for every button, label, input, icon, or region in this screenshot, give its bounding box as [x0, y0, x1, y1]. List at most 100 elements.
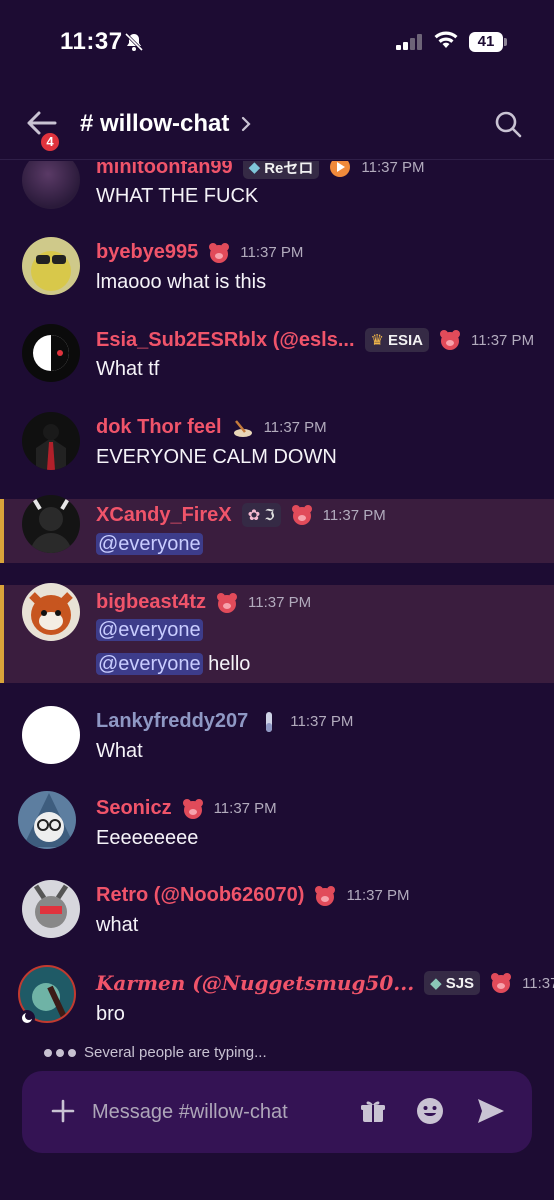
- timestamp: 11:37 PM: [240, 244, 304, 261]
- message-text: What tf: [96, 358, 160, 380]
- bell-off-icon: [124, 32, 144, 52]
- message-item[interactable]: Seonicz 11:37 PM Eeeeeeeee: [0, 791, 554, 871]
- pig-face-icon: [291, 505, 312, 525]
- avatar[interactable]: [22, 583, 80, 641]
- status-bar: 11:37 41: [0, 0, 554, 90]
- message-item-highlighted[interactable]: XCandy_FireX ✿ ℑ 11:37 PM @everyone: [0, 495, 554, 563]
- timestamp: 11:37 PM: [522, 974, 554, 992]
- message-item[interactable]: byebye995 11:37 PM lmaooo what is this: [0, 231, 554, 311]
- avatar[interactable]: [18, 791, 76, 849]
- typing-text: Several people are typing...: [84, 1044, 267, 1061]
- pig-face-icon: [315, 885, 336, 906]
- avatar-image: [30, 497, 72, 553]
- avatar-image: [31, 251, 71, 291]
- message-text: bro: [96, 1003, 125, 1025]
- username[interactable]: Seonicz: [96, 797, 172, 820]
- avatar-image: [36, 424, 66, 470]
- timestamp: 11:37 PM: [470, 331, 535, 349]
- timestamp: 11:37 PM: [263, 419, 327, 436]
- username[interactable]: dok Thor feel: [96, 416, 222, 439]
- username[interactable]: bigbeast4tz: [96, 591, 206, 614]
- avatar[interactable]: [22, 706, 80, 764]
- username[interactable]: Retro (@Noob626070): [96, 884, 304, 907]
- gift-icon[interactable]: [360, 1098, 386, 1124]
- typing-indicator: Several people are typing...: [44, 1044, 267, 1061]
- channel-title-button[interactable]: # willow-chat: [80, 110, 253, 138]
- channel-header: 4 # willow-chat: [0, 92, 554, 160]
- plus-icon[interactable]: [50, 1098, 76, 1124]
- avatar[interactable]: [22, 324, 80, 382]
- unread-badge: 4: [38, 130, 62, 154]
- tag-label: SJS: [445, 974, 475, 992]
- paint-brush-icon: [233, 419, 252, 437]
- cherry-blossom-icon: ✿: [247, 507, 261, 524]
- cellular-signal-icon: [396, 34, 422, 50]
- timestamp: 11:37 PM: [248, 594, 312, 611]
- wifi-icon: [434, 31, 458, 48]
- message-item[interactable]: Lankyfreddy207 11:37 PM What: [0, 704, 554, 784]
- chevron-right-icon: [242, 116, 251, 132]
- pig-face-icon: [209, 242, 230, 263]
- timestamp: 11:37 PM: [213, 800, 277, 817]
- pig-face-icon: [439, 330, 460, 350]
- tag-symbol-icon: ℑ: [264, 507, 275, 524]
- avatar[interactable]: [22, 495, 80, 553]
- mention-everyone[interactable]: @everyone: [96, 533, 203, 555]
- tag-icon: ◆: [248, 161, 261, 176]
- pig-face-icon: [217, 592, 238, 613]
- message-text: @everyone hello: [96, 653, 250, 676]
- message-composer: [22, 1071, 532, 1153]
- channel-name: # willow-chat: [80, 110, 230, 137]
- mention-everyone[interactable]: @everyone: [96, 619, 203, 641]
- avatar[interactable]: [22, 412, 80, 470]
- avatar[interactable]: [22, 237, 80, 295]
- server-tag[interactable]: ◆ Reセロ: [242, 161, 320, 179]
- server-tag[interactable]: ◆ SJS: [424, 971, 481, 995]
- status-time: 11:37: [60, 28, 123, 55]
- timestamp: 11:37 PM: [322, 506, 386, 524]
- timestamp: 11:37 PM: [290, 713, 354, 730]
- username[interactable]: Karmen (@Nuggetsmug50...: [96, 971, 414, 995]
- username[interactable]: XCandy_FireX: [96, 504, 232, 527]
- username[interactable]: Esia_Sub2ESRblx (@esls...: [96, 329, 355, 352]
- play-badge-icon: [330, 161, 351, 177]
- message-text: Eeeeeeeee: [96, 827, 199, 849]
- avatar[interactable]: [22, 880, 80, 938]
- message-item[interactable]: Retro (@Noob626070) 11:37 PM what: [0, 878, 554, 958]
- message-text: What: [96, 740, 143, 762]
- search-icon[interactable]: [494, 110, 522, 138]
- test-tube-icon: [266, 711, 273, 732]
- message-item[interactable]: minitoonfan99 ◆ Reセロ 11:37 PM WHAT THE FU…: [0, 161, 554, 221]
- username[interactable]: Lankyfreddy207: [96, 710, 248, 733]
- message-item[interactable]: Karmen (@Nuggetsmug50... ◆SJS 11:37 PM b…: [0, 965, 554, 1041]
- tag-icon: ♛: [370, 332, 384, 349]
- avatar[interactable]: [22, 161, 80, 209]
- pig-face-icon: [182, 798, 203, 819]
- message-item[interactable]: dok Thor feel 11:37 PM EVERYONE CALM DOW…: [0, 406, 554, 486]
- message-item-highlighted[interactable]: bigbeast4tz 11:37 PM @everyone @everyone…: [0, 583, 554, 683]
- battery-level: 41: [469, 32, 503, 52]
- avatar-image: [33, 884, 69, 928]
- timestamp: 11:37 PM: [346, 887, 410, 904]
- message-text: EVERYONE CALM DOWN: [96, 446, 337, 468]
- timestamp: 11:37 PM: [361, 161, 425, 176]
- message-text: @everyone: [96, 533, 203, 556]
- battery-indicator: 41: [469, 32, 507, 52]
- battery-tip: [504, 38, 507, 46]
- server-tag[interactable]: ♛ ESIA: [364, 328, 429, 352]
- emoji-icon[interactable]: [416, 1097, 444, 1125]
- username[interactable]: minitoonfan99: [96, 161, 233, 179]
- tag-label: Reセロ: [264, 161, 314, 177]
- message-text: lmaooo what is this: [96, 271, 267, 293]
- message-text: what: [96, 914, 139, 936]
- server-tag[interactable]: ✿ ℑ: [241, 503, 281, 527]
- mention-everyone[interactable]: @everyone: [96, 653, 203, 675]
- username[interactable]: byebye995: [96, 241, 198, 264]
- avatar-image: [23, 793, 75, 847]
- message-list[interactable]: minitoonfan99 ◆ Reセロ 11:37 PM WHAT THE FU…: [0, 161, 554, 1041]
- message-input[interactable]: [92, 1095, 342, 1129]
- send-icon[interactable]: [476, 1097, 506, 1125]
- message-text: WHAT THE FUCK: [96, 185, 259, 207]
- tag-icon: ◆: [430, 975, 442, 992]
- message-item[interactable]: Esia_Sub2ESRblx (@esls... ♛ ESIA 11:37 PM…: [0, 318, 554, 398]
